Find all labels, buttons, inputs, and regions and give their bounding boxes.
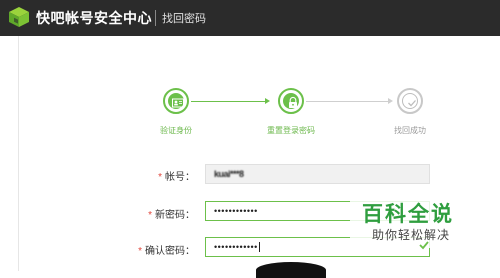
header-divider xyxy=(155,10,156,26)
step-label-success: 找回成功 xyxy=(394,126,426,135)
left-rule xyxy=(18,36,19,271)
account-label: * 帐号： xyxy=(158,172,195,183)
step-connector-1 xyxy=(191,101,265,102)
step-success xyxy=(397,88,423,114)
check-icon xyxy=(408,100,416,107)
step-arrow-1 xyxy=(265,98,270,104)
lock-icon xyxy=(289,96,297,108)
valid-check-icon xyxy=(419,241,429,250)
new-password-label: * 新密码： xyxy=(148,210,195,221)
logo-cube-icon xyxy=(9,7,29,27)
watermark-subtitle: 助你轻松解决 xyxy=(372,228,451,242)
top-header: 快吧帐号安全中心 找回密码 xyxy=(0,0,500,36)
required-mark: * xyxy=(158,172,162,183)
account-value: kuai***8 xyxy=(214,169,244,179)
step-arrow-2 xyxy=(388,98,393,104)
confirm-password-value: •••••••••••• xyxy=(214,242,258,252)
step-reset-password xyxy=(278,88,304,114)
text-caret xyxy=(258,242,260,253)
step-label-verify: 验证身份 xyxy=(160,126,192,135)
step-verify-identity xyxy=(163,88,189,114)
account-field: kuai***8 xyxy=(205,164,430,184)
step-label-reset: 重置登录密码 xyxy=(267,126,315,135)
confirm-password-label: * 确认密码： xyxy=(138,246,195,257)
cursor-shadow xyxy=(256,262,326,278)
id-card-icon xyxy=(172,98,184,108)
page-title: 找回密码 xyxy=(162,13,206,25)
brand-title[interactable]: 快吧帐号安全中心 xyxy=(36,8,152,28)
watermark-title: 百科全说 xyxy=(362,203,454,226)
new-password-value: •••••••••••• xyxy=(214,206,258,216)
required-mark: * xyxy=(148,210,152,221)
step-connector-2 xyxy=(306,101,388,102)
required-mark: * xyxy=(138,246,142,257)
